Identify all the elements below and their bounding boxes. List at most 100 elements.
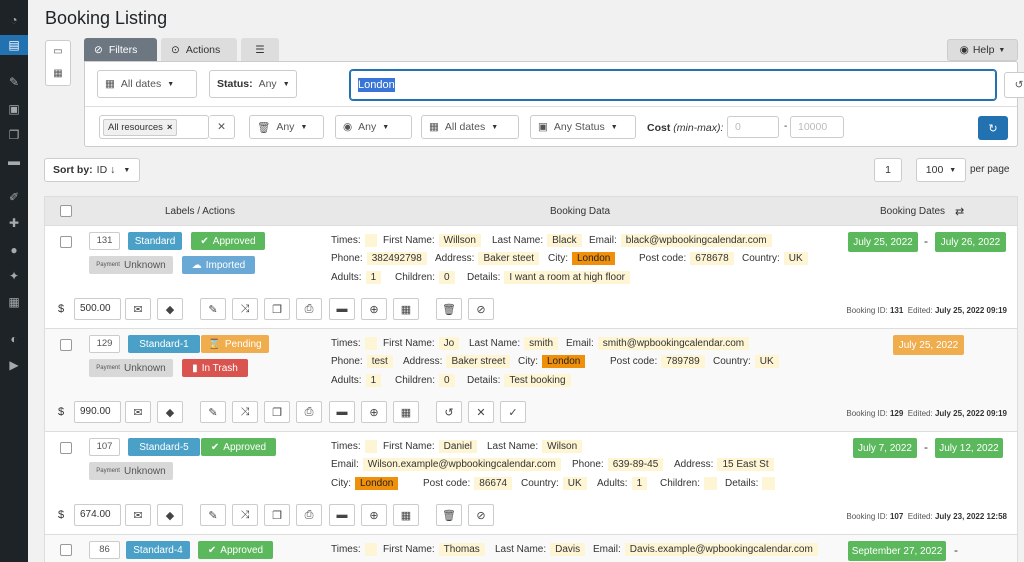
help-button[interactable]: ◉ Help ▼ bbox=[947, 39, 1018, 61]
apply-filter-button[interactable]: ↻ bbox=[978, 116, 1008, 140]
edit-icon[interactable]: ✎ bbox=[200, 401, 226, 423]
email-action-icon[interactable]: ✉ bbox=[125, 401, 151, 423]
resource-label[interactable]: Standard-4 bbox=[126, 541, 190, 559]
cost-max-input[interactable]: 10000 bbox=[790, 116, 844, 138]
tag-icon[interactable]: ◆ bbox=[157, 504, 183, 526]
resource-label[interactable]: Standard-1 bbox=[128, 335, 200, 353]
cost-input[interactable]: 674.00 bbox=[74, 504, 121, 526]
close-icon[interactable]: ✕ bbox=[468, 401, 494, 423]
copy-icon[interactable]: ❐ bbox=[264, 401, 290, 423]
tab-actions[interactable]: ⊙ Actions bbox=[161, 38, 237, 61]
list-view-icon[interactable]: ▭ bbox=[46, 41, 70, 63]
print-icon[interactable]: ⎙ bbox=[296, 298, 322, 320]
email-action-icon[interactable]: ✉ bbox=[125, 504, 151, 526]
calendar-view-icon[interactable]: ▦ bbox=[46, 63, 70, 85]
status-badge[interactable]: ✔ Approved bbox=[191, 232, 265, 250]
date-start[interactable]: July 25, 2022 bbox=[848, 232, 918, 252]
approve-icon[interactable]: ✓ bbox=[500, 401, 526, 423]
row-checkbox[interactable] bbox=[60, 339, 72, 351]
shuffle-icon[interactable]: ⤨ bbox=[232, 298, 258, 320]
theme-icon[interactable]: ◐ bbox=[0, 329, 28, 349]
trash-filter-dropdown[interactable]: 🗑 Any ▼ bbox=[249, 115, 324, 139]
search-input[interactable]: London bbox=[350, 70, 996, 100]
block-icon[interactable]: ⊘ bbox=[468, 504, 494, 526]
comment-icon[interactable]: ▬ bbox=[329, 298, 355, 320]
resources-select[interactable]: All resources × bbox=[99, 115, 209, 139]
status-dropdown[interactable]: Status: Any ▼ bbox=[209, 70, 297, 98]
tag-icon[interactable]: ◆ bbox=[157, 401, 183, 423]
comment-icon[interactable]: ▬ bbox=[329, 401, 355, 423]
created-date-dropdown[interactable]: ▦ All dates ▼ bbox=[421, 115, 519, 139]
payment-badge[interactable]: Payment Unknown bbox=[89, 359, 173, 377]
restore-icon[interactable]: ↺ bbox=[436, 401, 462, 423]
media-icon[interactable]: ▣ bbox=[0, 99, 28, 119]
remove-icon[interactable]: × bbox=[167, 122, 173, 133]
calendar-icon[interactable]: ▦ bbox=[393, 401, 419, 423]
tab-settings[interactable]: ☰ bbox=[241, 38, 279, 61]
comment-icon[interactable]: ▬ bbox=[329, 504, 355, 526]
print-icon[interactable]: ⎙ bbox=[296, 401, 322, 423]
booking-calendar-icon[interactable]: ▤ bbox=[0, 35, 28, 55]
globe-icon[interactable]: ⊕ bbox=[361, 504, 387, 526]
status-badge[interactable]: ⌛ Pending bbox=[201, 335, 269, 353]
date-start[interactable]: July 25, 2022 bbox=[893, 335, 964, 355]
email-action-icon[interactable]: ✉ bbox=[125, 298, 151, 320]
calendar-icon[interactable]: ▦ bbox=[393, 298, 419, 320]
cost-input[interactable]: 500.00 bbox=[74, 298, 121, 320]
row-checkbox[interactable] bbox=[60, 236, 72, 248]
cost-input[interactable]: 990.00 bbox=[74, 401, 121, 423]
print-icon[interactable]: ⎙ bbox=[296, 504, 322, 526]
date-start[interactable]: July 7, 2022 bbox=[853, 438, 917, 458]
tag-icon[interactable]: ◆ bbox=[157, 298, 183, 320]
trash-icon[interactable]: 🗑 bbox=[436, 298, 462, 320]
comments-icon[interactable]: ▬ bbox=[0, 151, 28, 171]
trash-badge[interactable]: ▮ In Trash bbox=[182, 359, 248, 377]
payment-badge[interactable]: Payment Unknown bbox=[89, 462, 173, 480]
sort-dropdown[interactable]: Sort by: ID ↓ ▼ bbox=[44, 158, 140, 182]
appearance-icon[interactable]: ✐ bbox=[0, 187, 28, 207]
status-badge[interactable]: ✔ Approved bbox=[201, 438, 276, 456]
copy-icon[interactable]: ❐ bbox=[264, 504, 290, 526]
calendar-icon[interactable]: ▦ bbox=[393, 504, 419, 526]
imported-badge[interactable]: ☁ Imported bbox=[182, 256, 255, 274]
users-icon[interactable]: ● bbox=[0, 240, 28, 260]
row-checkbox[interactable] bbox=[60, 442, 72, 454]
resource-label[interactable]: Standard-5 bbox=[128, 438, 200, 456]
read-filter-dropdown[interactable]: ◉ Any ▼ bbox=[335, 115, 412, 139]
clear-resources-button[interactable]: ✕ bbox=[209, 115, 235, 139]
dashboard-icon[interactable]: ◔ bbox=[0, 10, 28, 30]
date-start[interactable]: September 27, 2022 bbox=[848, 541, 946, 561]
shuffle-icon[interactable]: ⤨ bbox=[232, 504, 258, 526]
tab-filters[interactable]: ⊘ Filters bbox=[84, 38, 157, 61]
per-page-dropdown[interactable]: 100 ▼ bbox=[916, 158, 966, 182]
tools-icon[interactable]: ✦ bbox=[0, 266, 28, 286]
edit-icon[interactable]: ✎ bbox=[200, 298, 226, 320]
collapse-icon[interactable]: ▶ bbox=[0, 355, 28, 375]
edit-icon[interactable]: ✎ bbox=[200, 504, 226, 526]
settings-icon[interactable]: ▦ bbox=[0, 292, 28, 312]
trash-icon[interactable]: 🗑 bbox=[436, 504, 462, 526]
date-filter-dropdown[interactable]: ▦ All dates ▼ bbox=[97, 70, 197, 98]
copy-icon[interactable]: ❐ bbox=[264, 298, 290, 320]
details-value bbox=[762, 477, 776, 490]
page-number-input[interactable]: 1 bbox=[874, 158, 902, 182]
globe-icon[interactable]: ⊕ bbox=[361, 401, 387, 423]
cost-min-input[interactable]: 0 bbox=[727, 116, 779, 138]
resource-label[interactable]: Standard bbox=[128, 232, 182, 250]
shuffle-icon[interactable]: ⤨ bbox=[232, 401, 258, 423]
plugins-icon[interactable]: ✚ bbox=[0, 213, 28, 233]
status-badge[interactable]: ✔ Approved bbox=[198, 541, 273, 559]
row-checkbox[interactable] bbox=[60, 544, 72, 556]
select-all-checkbox[interactable] bbox=[60, 205, 72, 217]
pages-icon[interactable]: ❐ bbox=[0, 125, 28, 145]
swap-icon[interactable]: ⇄ bbox=[955, 205, 964, 218]
block-icon[interactable]: ⊘ bbox=[468, 298, 494, 320]
date-end[interactable]: July 26, 2022 bbox=[935, 232, 1006, 252]
payment-badge[interactable]: Payment Unknown bbox=[89, 256, 173, 274]
date-end[interactable]: July 12, 2022 bbox=[935, 438, 1003, 458]
pin-icon[interactable]: ✎ bbox=[0, 72, 28, 92]
reset-button[interactable]: ↺ bbox=[1004, 72, 1024, 98]
globe-icon[interactable]: ⊕ bbox=[361, 298, 387, 320]
booking-id-badge: 86 bbox=[89, 541, 120, 559]
payment-status-dropdown[interactable]: ▣ Any Status ▼ bbox=[530, 115, 636, 139]
